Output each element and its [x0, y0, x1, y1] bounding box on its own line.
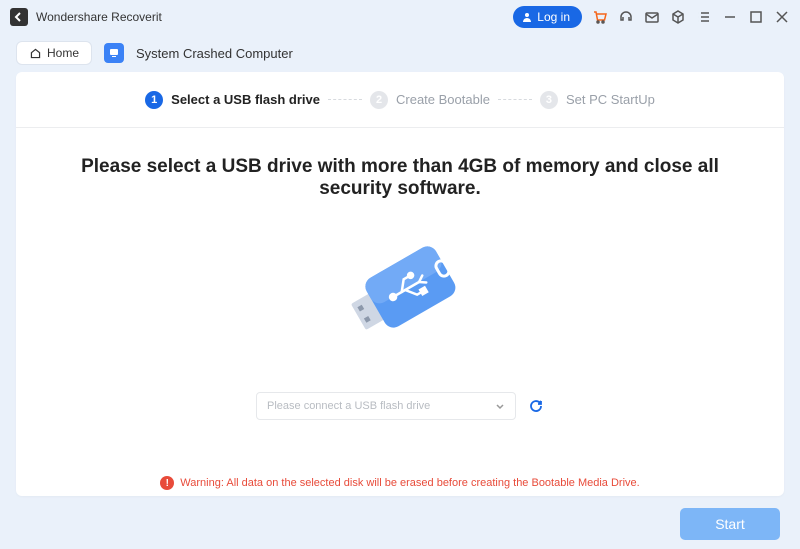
usb-illustration [16, 218, 784, 368]
support-icon[interactable] [618, 9, 634, 25]
minimize-button[interactable] [722, 9, 738, 25]
cart-icon[interactable] [592, 9, 608, 25]
step-3: 3 Set PC StartUp [540, 91, 655, 109]
headline: Please select a USB drive with more than… [16, 156, 784, 200]
list-icon[interactable] [696, 9, 712, 25]
page-title: System Crashed Computer [136, 46, 293, 61]
breadcrumb: Home System Crashed Computer [0, 34, 800, 72]
step-1: 1 Select a USB flash drive [145, 91, 320, 109]
crashed-computer-icon [104, 43, 124, 63]
package-icon[interactable] [670, 9, 686, 25]
step-divider [328, 99, 362, 100]
usb-drive-select[interactable]: Please connect a USB flash drive [256, 392, 516, 420]
home-label: Home [47, 46, 79, 60]
start-button[interactable]: Start [680, 508, 780, 540]
step-1-badge: 1 [145, 91, 163, 109]
home-button[interactable]: Home [16, 41, 92, 65]
close-button[interactable] [774, 9, 790, 25]
app-icon [10, 8, 28, 26]
step-divider [498, 99, 532, 100]
usb-select-placeholder: Please connect a USB flash drive [267, 400, 430, 412]
mail-icon[interactable] [644, 9, 660, 25]
warning-text: Warning: All data on the selected disk w… [180, 477, 639, 489]
maximize-button[interactable] [748, 9, 764, 25]
warning: ! Warning: All data on the selected disk… [16, 476, 784, 490]
step-3-badge: 3 [540, 91, 558, 109]
login-button[interactable]: Log in [513, 6, 582, 28]
login-label: Log in [537, 10, 570, 24]
step-3-label: Set PC StartUp [566, 92, 655, 107]
app-title: Wondershare Recoverit [36, 10, 162, 24]
step-2-label: Create Bootable [396, 92, 490, 107]
step-2-badge: 2 [370, 91, 388, 109]
main-card: 1 Select a USB flash drive 2 Create Boot… [16, 72, 784, 496]
warning-icon: ! [160, 476, 174, 490]
chevron-down-icon [495, 401, 505, 411]
step-1-label: Select a USB flash drive [171, 92, 320, 107]
titlebar: Wondershare Recoverit Log in [0, 0, 800, 34]
stepper: 1 Select a USB flash drive 2 Create Boot… [16, 72, 784, 128]
step-2: 2 Create Bootable [370, 91, 490, 109]
refresh-icon[interactable] [528, 398, 544, 414]
